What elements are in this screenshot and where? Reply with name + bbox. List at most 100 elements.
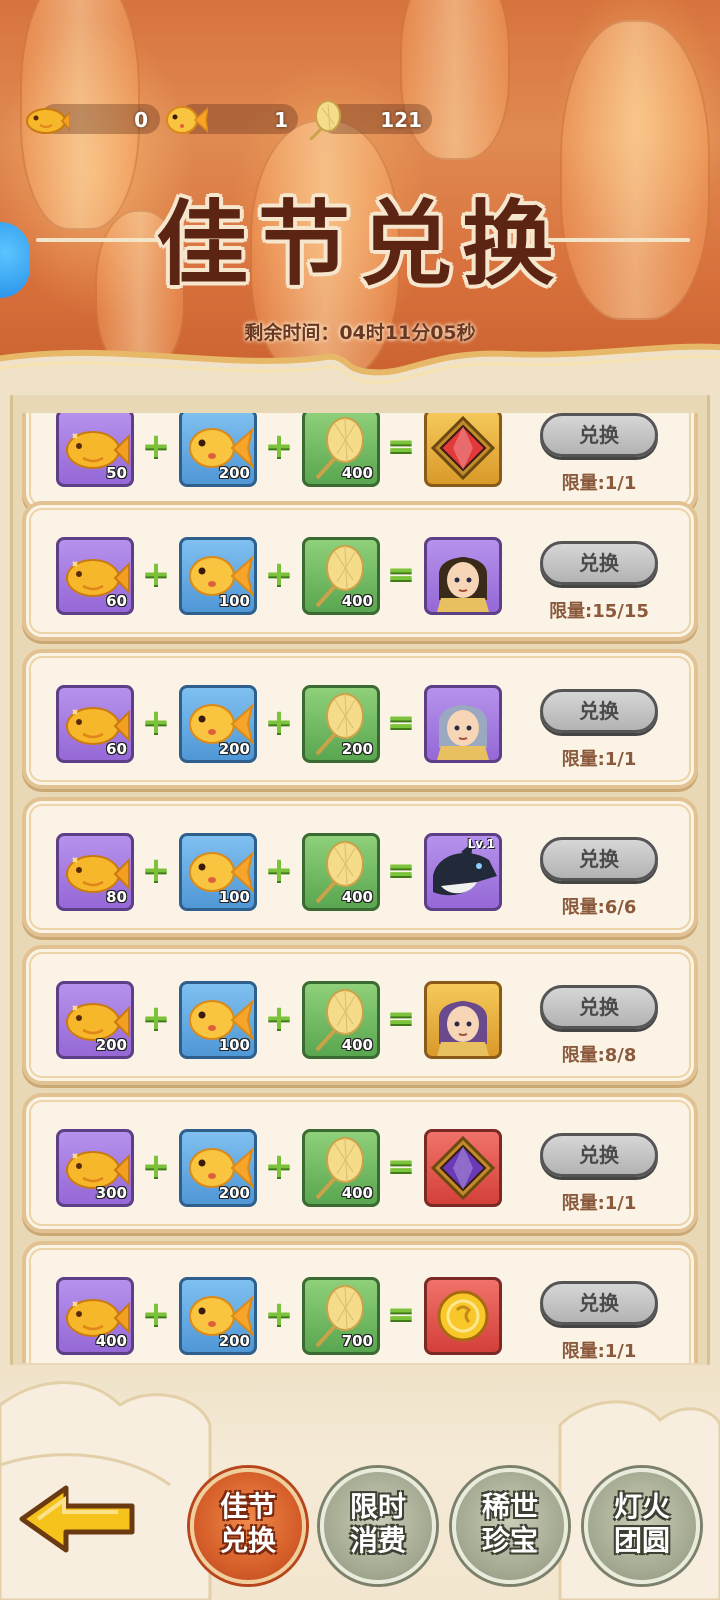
reward-item[interactable]: Lv.1 (424, 833, 502, 911)
limit-text: 限量:8/8 (561, 1045, 637, 1066)
nav-tab-label: 限时 (349, 1490, 406, 1523)
nav-tab-label: 消费 (349, 1524, 406, 1557)
plus-icon: + (264, 554, 294, 594)
nav-tab-label: 团圆 (613, 1524, 670, 1557)
cost-quantity: 400 (341, 1184, 373, 1202)
cost-quantity: 80 (106, 888, 127, 906)
cost-item[interactable]: 100 (179, 981, 257, 1059)
goldfish-icon (166, 106, 208, 134)
reward-item[interactable] (424, 413, 502, 487)
exchange-row: 80 100 400 + + = Lv.1 兑换 限量:6/6 (22, 797, 698, 937)
cost-quantity: 200 (218, 1332, 250, 1350)
limit-text: 限量:1/1 (561, 749, 637, 770)
exchange-button[interactable]: 兑换 (540, 837, 658, 881)
nav-tab-festival-exchange[interactable]: 佳节 兑换 (190, 1468, 306, 1584)
cost-item[interactable]: 400 (302, 537, 380, 615)
cost-quantity: 400 (341, 464, 373, 482)
page-title: 佳节兑换 (155, 190, 564, 298)
hero-portrait-silver-helmet-icon (437, 705, 489, 760)
reward-level: Lv.1 (467, 837, 495, 851)
cost-item[interactable]: 200 (179, 1277, 257, 1355)
cost-quantity: 100 (218, 592, 250, 610)
nav-tab-label: 稀世 (481, 1490, 538, 1523)
nav-tab-lantern-reunion[interactable]: 灯火 团圆 (584, 1468, 700, 1584)
reward-item[interactable] (424, 1129, 502, 1207)
hero-portrait-yellow-robed-icon (437, 557, 489, 612)
cost-quantity: 400 (341, 1036, 373, 1054)
paper-fan-lantern-icon (308, 100, 341, 140)
currency-value: 1 (274, 108, 288, 132)
exchange-button[interactable]: 兑换 (540, 689, 658, 733)
cost-item[interactable]: 300 (56, 1129, 134, 1207)
exchange-row: 300 200 400 + + = 兑换 限量:1/1 (22, 1093, 698, 1233)
limit-text: 限量:1/1 (561, 473, 637, 494)
exchange-row: 200 100 400 + + = 兑换 限量:8/8 (22, 945, 698, 1085)
plus-icon: + (141, 702, 171, 742)
nav-tab-label: 兑换 (219, 1524, 276, 1557)
cost-quantity: 200 (218, 464, 250, 482)
exchange-row: 60 100 400 + + = 兑换 限量:15/15 (22, 501, 698, 641)
back-arrow-icon[interactable] (18, 1484, 138, 1554)
exchange-button[interactable]: 兑换 (540, 985, 658, 1029)
equals-icon: = (386, 1146, 416, 1186)
cost-quantity: 200 (218, 740, 250, 758)
limit-text: 限量:6/6 (561, 897, 637, 918)
currency-value: 121 (380, 108, 422, 132)
gold-coin-orb-icon (437, 1290, 489, 1342)
cost-item[interactable]: 400 (302, 833, 380, 911)
cost-item[interactable]: 50 (56, 413, 134, 487)
plus-icon: + (264, 1146, 294, 1186)
cost-item[interactable]: 100 (179, 537, 257, 615)
nav-tab-limited-spending[interactable]: 限时 消费 (320, 1468, 436, 1584)
cost-item[interactable]: 60 (56, 537, 134, 615)
plus-icon: + (141, 426, 171, 466)
cost-item[interactable]: 200 (179, 413, 257, 487)
exchange-button[interactable]: 兑换 (540, 1281, 658, 1325)
cost-quantity: 50 (106, 464, 127, 482)
purple-gem-frame-icon (430, 1135, 496, 1201)
cost-item[interactable]: 200 (56, 981, 134, 1059)
cost-item[interactable]: 200 (302, 685, 380, 763)
cost-item[interactable]: 700 (302, 1277, 380, 1355)
cost-item[interactable]: 400 (302, 1129, 380, 1207)
cost-quantity: 100 (218, 888, 250, 906)
cost-item[interactable]: 100 (179, 833, 257, 911)
cost-item[interactable]: 60 (56, 685, 134, 763)
plus-icon: + (264, 998, 294, 1038)
plus-icon: + (264, 1294, 294, 1334)
cost-item[interactable]: 400 (302, 981, 380, 1059)
nav-tab-label: 珍宝 (481, 1524, 538, 1557)
equals-icon: = (386, 554, 416, 594)
cost-item[interactable]: 400 (56, 1277, 134, 1355)
exchange-button[interactable]: 兑换 (540, 1133, 658, 1177)
exchange-list[interactable]: 50 200 400 + + = 兑换 限量:1/1 60 100 400 + + = 兑换 限量:15/15… (10, 413, 710, 1363)
currency-value: 0 (134, 108, 148, 132)
cost-item[interactable]: 200 (179, 1129, 257, 1207)
cost-quantity: 200 (95, 1036, 127, 1054)
plus-icon: + (141, 1294, 171, 1334)
cost-quantity: 400 (95, 1332, 127, 1350)
cost-item[interactable]: 80 (56, 833, 134, 911)
plus-icon: + (141, 1146, 171, 1186)
plus-icon: + (264, 426, 294, 466)
plus-icon: + (264, 702, 294, 742)
reward-item[interactable] (424, 1277, 502, 1355)
plus-icon: + (141, 554, 171, 594)
exchange-button[interactable]: 兑换 (540, 413, 658, 457)
cost-item[interactable]: 200 (179, 685, 257, 763)
cost-quantity: 200 (218, 1184, 250, 1202)
cost-item[interactable]: 400 (302, 413, 380, 487)
reward-item[interactable] (424, 981, 502, 1059)
exchange-row: 400 200 700 + + = 兑换 限量:1/1 (22, 1241, 698, 1363)
reward-item[interactable] (424, 685, 502, 763)
nav-tab-rare-treasure[interactable]: 稀世 珍宝 (452, 1468, 568, 1584)
hero-portrait-purple-haired-icon (437, 1001, 489, 1056)
exchange-button[interactable]: 兑换 (540, 541, 658, 585)
equals-icon: = (386, 702, 416, 742)
lantern-decoration (400, 0, 510, 160)
limit-text: 限量:15/15 (549, 601, 649, 622)
cost-quantity: 300 (95, 1184, 127, 1202)
reward-item[interactable] (424, 537, 502, 615)
cost-quantity: 60 (106, 740, 127, 758)
cost-quantity: 60 (106, 592, 127, 610)
